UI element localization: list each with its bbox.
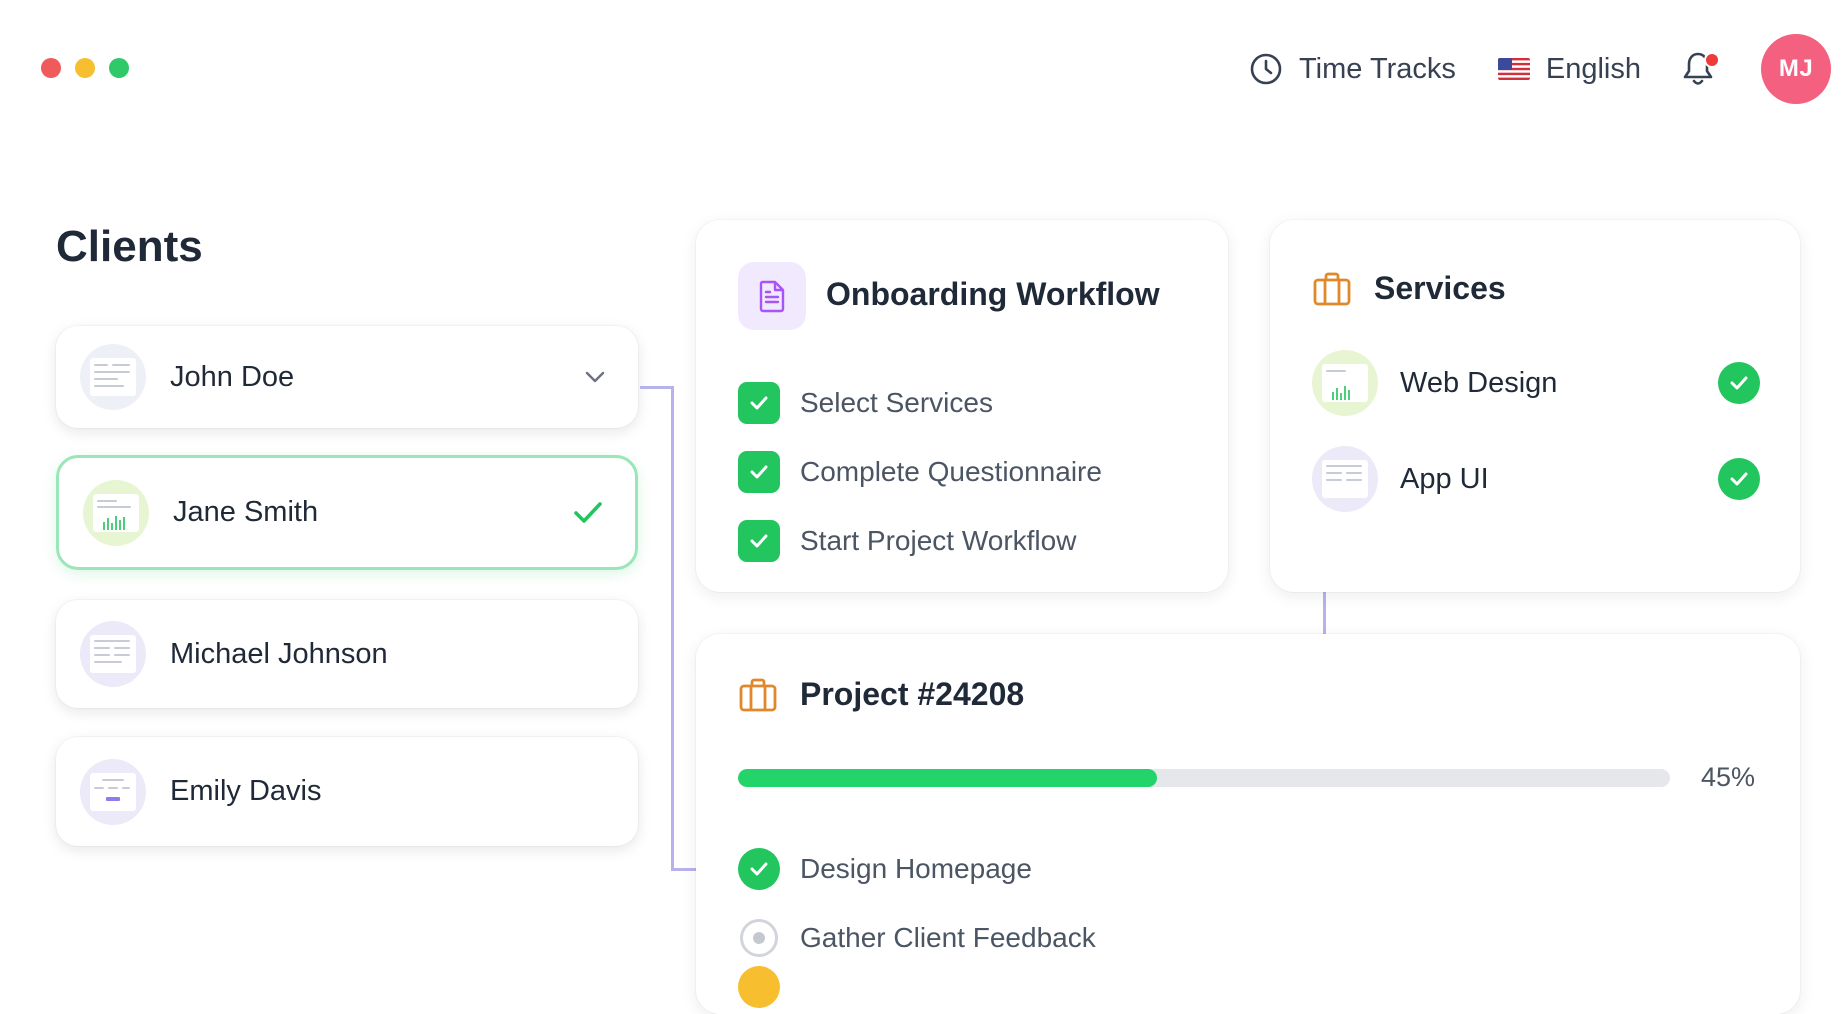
briefcase-icon — [739, 678, 777, 711]
task-label: Design Homepage — [800, 852, 1032, 884]
client-thumbnail — [80, 758, 146, 825]
window-controls — [41, 58, 129, 78]
connector-line — [671, 868, 696, 871]
task-item[interactable]: Design Homepage — [738, 834, 1096, 903]
checkbox-checked-icon[interactable] — [738, 450, 780, 493]
progress-percentage: 45% — [1700, 762, 1755, 792]
client-name: John Doe — [170, 360, 295, 393]
topbar: Time Tracks English MJ — [1249, 34, 1831, 104]
language-selector[interactable]: English — [1497, 52, 1641, 86]
check-icon — [574, 501, 602, 523]
check-circle-icon[interactable] — [1718, 458, 1760, 500]
service-thumbnail — [1312, 446, 1378, 512]
user-avatar[interactable]: MJ — [1761, 34, 1831, 104]
briefcase-icon — [1313, 272, 1351, 305]
connector-line — [671, 386, 674, 870]
services-title: Services — [1374, 270, 1506, 306]
project-progress-bar — [738, 769, 1670, 787]
client-thumbnail — [80, 344, 146, 410]
task-item[interactable]: Gather Client Feedback — [738, 903, 1096, 972]
project-title: Project #24208 — [800, 676, 1025, 712]
project-header: Project #24208 — [738, 676, 1024, 713]
project-task-list: Design Homepage Gather Client Feedback — [738, 834, 1096, 972]
task-label: Complete Questionnaire — [800, 455, 1102, 487]
service-item-web-design[interactable]: Web Design — [1312, 350, 1760, 416]
document-icon — [759, 280, 785, 313]
task-item[interactable]: Start Project Workflow — [738, 506, 1102, 575]
client-card-emily-davis[interactable]: Emily Davis — [56, 737, 638, 846]
progress-fill — [738, 769, 1158, 787]
task-label: Gather Client Feedback — [800, 921, 1096, 953]
checkbox-checked-icon[interactable] — [738, 381, 780, 424]
checkbox-checked-icon[interactable] — [738, 519, 780, 562]
time-tracks-button[interactable]: Time Tracks — [1249, 52, 1456, 86]
us-flag-icon — [1497, 58, 1530, 80]
close-window-dot[interactable] — [41, 58, 61, 78]
project-card: Project #24208 45% Design Homepage Gathe… — [696, 634, 1800, 1014]
onboarding-workflow-card: Onboarding Workflow Select Services Comp… — [696, 220, 1228, 592]
client-card-jane-smith[interactable]: Jane Smith — [56, 455, 638, 570]
task-label: Select Services — [800, 386, 993, 418]
task-label: Start Project Workflow — [800, 524, 1077, 556]
onboarding-title: Onboarding Workflow — [826, 276, 1160, 312]
task-item[interactable]: Complete Questionnaire — [738, 437, 1102, 506]
service-thumbnail — [1312, 350, 1378, 416]
client-name: Emily Davis — [170, 775, 322, 807]
service-item-app-ui[interactable]: App UI — [1312, 446, 1760, 512]
task-item[interactable]: Select Services — [738, 368, 1102, 437]
chevron-down-icon[interactable] — [582, 364, 608, 390]
service-name: App UI — [1400, 462, 1489, 495]
notifications-button[interactable] — [1681, 50, 1720, 88]
minimize-window-dot[interactable] — [75, 58, 95, 78]
client-name: Jane Smith — [173, 496, 319, 528]
clock-icon — [1250, 53, 1282, 85]
pending-circle-icon[interactable] — [740, 918, 778, 957]
check-circle-icon[interactable] — [1718, 362, 1760, 404]
clients-title: Clients — [56, 222, 203, 271]
client-thumbnail — [80, 621, 146, 687]
language-label: English — [1545, 52, 1641, 85]
services-header: Services — [1312, 270, 1506, 307]
connector-line — [1323, 592, 1326, 634]
client-card-michael-johnson[interactable]: Michael Johnson — [56, 600, 638, 708]
services-card: Services Web Design App UI — [1270, 220, 1800, 592]
client-thumbnail — [83, 479, 149, 546]
check-circle-icon[interactable] — [738, 847, 780, 890]
notification-badge — [1704, 52, 1720, 68]
document-icon-box — [738, 262, 806, 330]
client-card-john-doe[interactable]: John Doe — [56, 326, 638, 428]
connector-line — [640, 386, 673, 389]
onboarding-task-list: Select Services Complete Questionnaire S… — [738, 368, 1102, 575]
maximize-window-dot[interactable] — [109, 58, 129, 78]
client-name: Michael Johnson — [170, 637, 388, 670]
service-name: Web Design — [1400, 366, 1558, 399]
time-tracks-label: Time Tracks — [1299, 52, 1456, 85]
in-progress-status-icon — [738, 966, 780, 1008]
